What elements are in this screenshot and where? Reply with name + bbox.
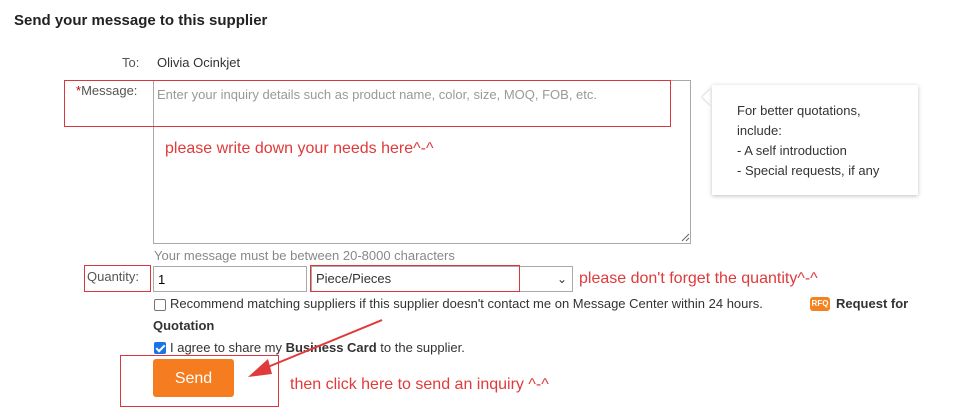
rfq-link-line1[interactable]: Request for	[836, 296, 908, 311]
chevron-down-icon: ⌄	[556, 272, 567, 286]
recipient-name: Olivia Ocinkjet	[157, 55, 241, 70]
message-length-hint: Your message must be between 20-8000 cha…	[154, 248, 455, 263]
annotation-box-unit	[310, 265, 520, 292]
recommend-checkbox[interactable]	[154, 299, 166, 311]
annotation-box-quantity-label	[84, 265, 151, 292]
quotation-tip-box: For better quotations, include: - A self…	[712, 85, 918, 195]
quantity-input[interactable]	[153, 266, 307, 292]
tip-line: For better quotations,	[737, 103, 861, 118]
annotation-arrow-icon	[248, 319, 383, 377]
tip-line: - Special requests, if any	[737, 163, 880, 178]
agree-checkbox[interactable]	[154, 342, 166, 354]
annotation-message-note: please write down your needs here^-^	[165, 140, 434, 157]
annotation-box-message	[64, 80, 671, 127]
rfq-link-line2[interactable]: Quotation	[153, 318, 214, 333]
page-title: Send your message to this supplier	[14, 12, 268, 29]
resize-grip-icon[interactable]	[680, 232, 690, 242]
annotation-quantity-note: please don't forget the quantity^-^	[579, 270, 818, 287]
tip-line: - A self introduction	[737, 143, 847, 158]
tip-line: include:	[737, 123, 782, 138]
recommend-text: Recommend matching suppliers if this sup…	[170, 296, 763, 311]
rfq-icon: RFQ	[810, 297, 830, 311]
to-label: To:	[122, 55, 140, 70]
